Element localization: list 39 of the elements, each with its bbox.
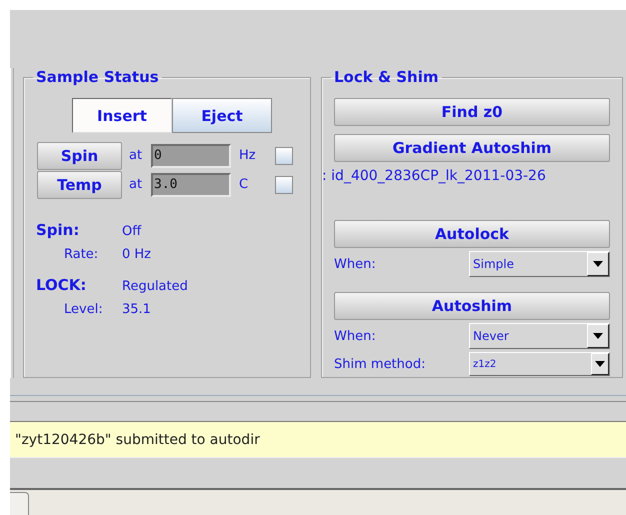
action-button[interactable]: Find z0 [334,98,610,126]
field-label: When: [334,256,376,272]
status-value: 0 Hz [122,247,152,262]
dropdown[interactable]: Never [469,323,610,349]
value-field[interactable]: 0 [151,144,231,168]
shim-file-label: : id_400_2836CP_lk_2011-03-26 [322,168,547,186]
unit-label: Hz [239,148,257,163]
status-value: Regulated [122,279,188,294]
field-label: Shim method: [334,356,426,372]
status-value: Off [122,224,142,239]
action-button[interactable]: Autolock [334,220,610,248]
value-field[interactable]: 3.0 [151,172,231,196]
dropdown[interactable]: Simple [469,251,610,277]
status-label: Spin: [36,221,80,239]
status-label: Rate: [63,247,100,262]
panel-title: Sample Status [35,68,160,86]
tab[interactable] [10,492,29,515]
status-label: Level: [63,302,104,317]
status-message: "zyt120426b" submitted to autodir [10,422,626,458]
caret-icon [595,361,605,367]
checkbox[interactable] [275,146,293,164]
splitter-bar[interactable] [10,395,626,422]
checkbox[interactable] [275,176,293,194]
dropdown[interactable]: z1z2 [469,352,610,376]
toggle-button[interactable]: Insert [72,98,172,133]
control-button[interactable]: Spin [37,142,122,170]
unit-label: C [239,177,250,192]
at-label: at [129,148,144,163]
field-label: When: [334,328,376,344]
toggle-button[interactable]: Eject [172,98,272,133]
action-button[interactable]: Gradient Autoshim [334,134,610,162]
caret-icon [593,333,603,339]
panel-title: Lock & Shim [333,68,440,86]
status-label: LOCK: [36,276,88,294]
action-button[interactable]: Autoshim [334,292,610,320]
caret-icon [593,261,603,267]
control-button[interactable]: Temp [37,170,122,198]
status-value: 35.1 [122,302,151,317]
at-label: at [129,177,144,192]
